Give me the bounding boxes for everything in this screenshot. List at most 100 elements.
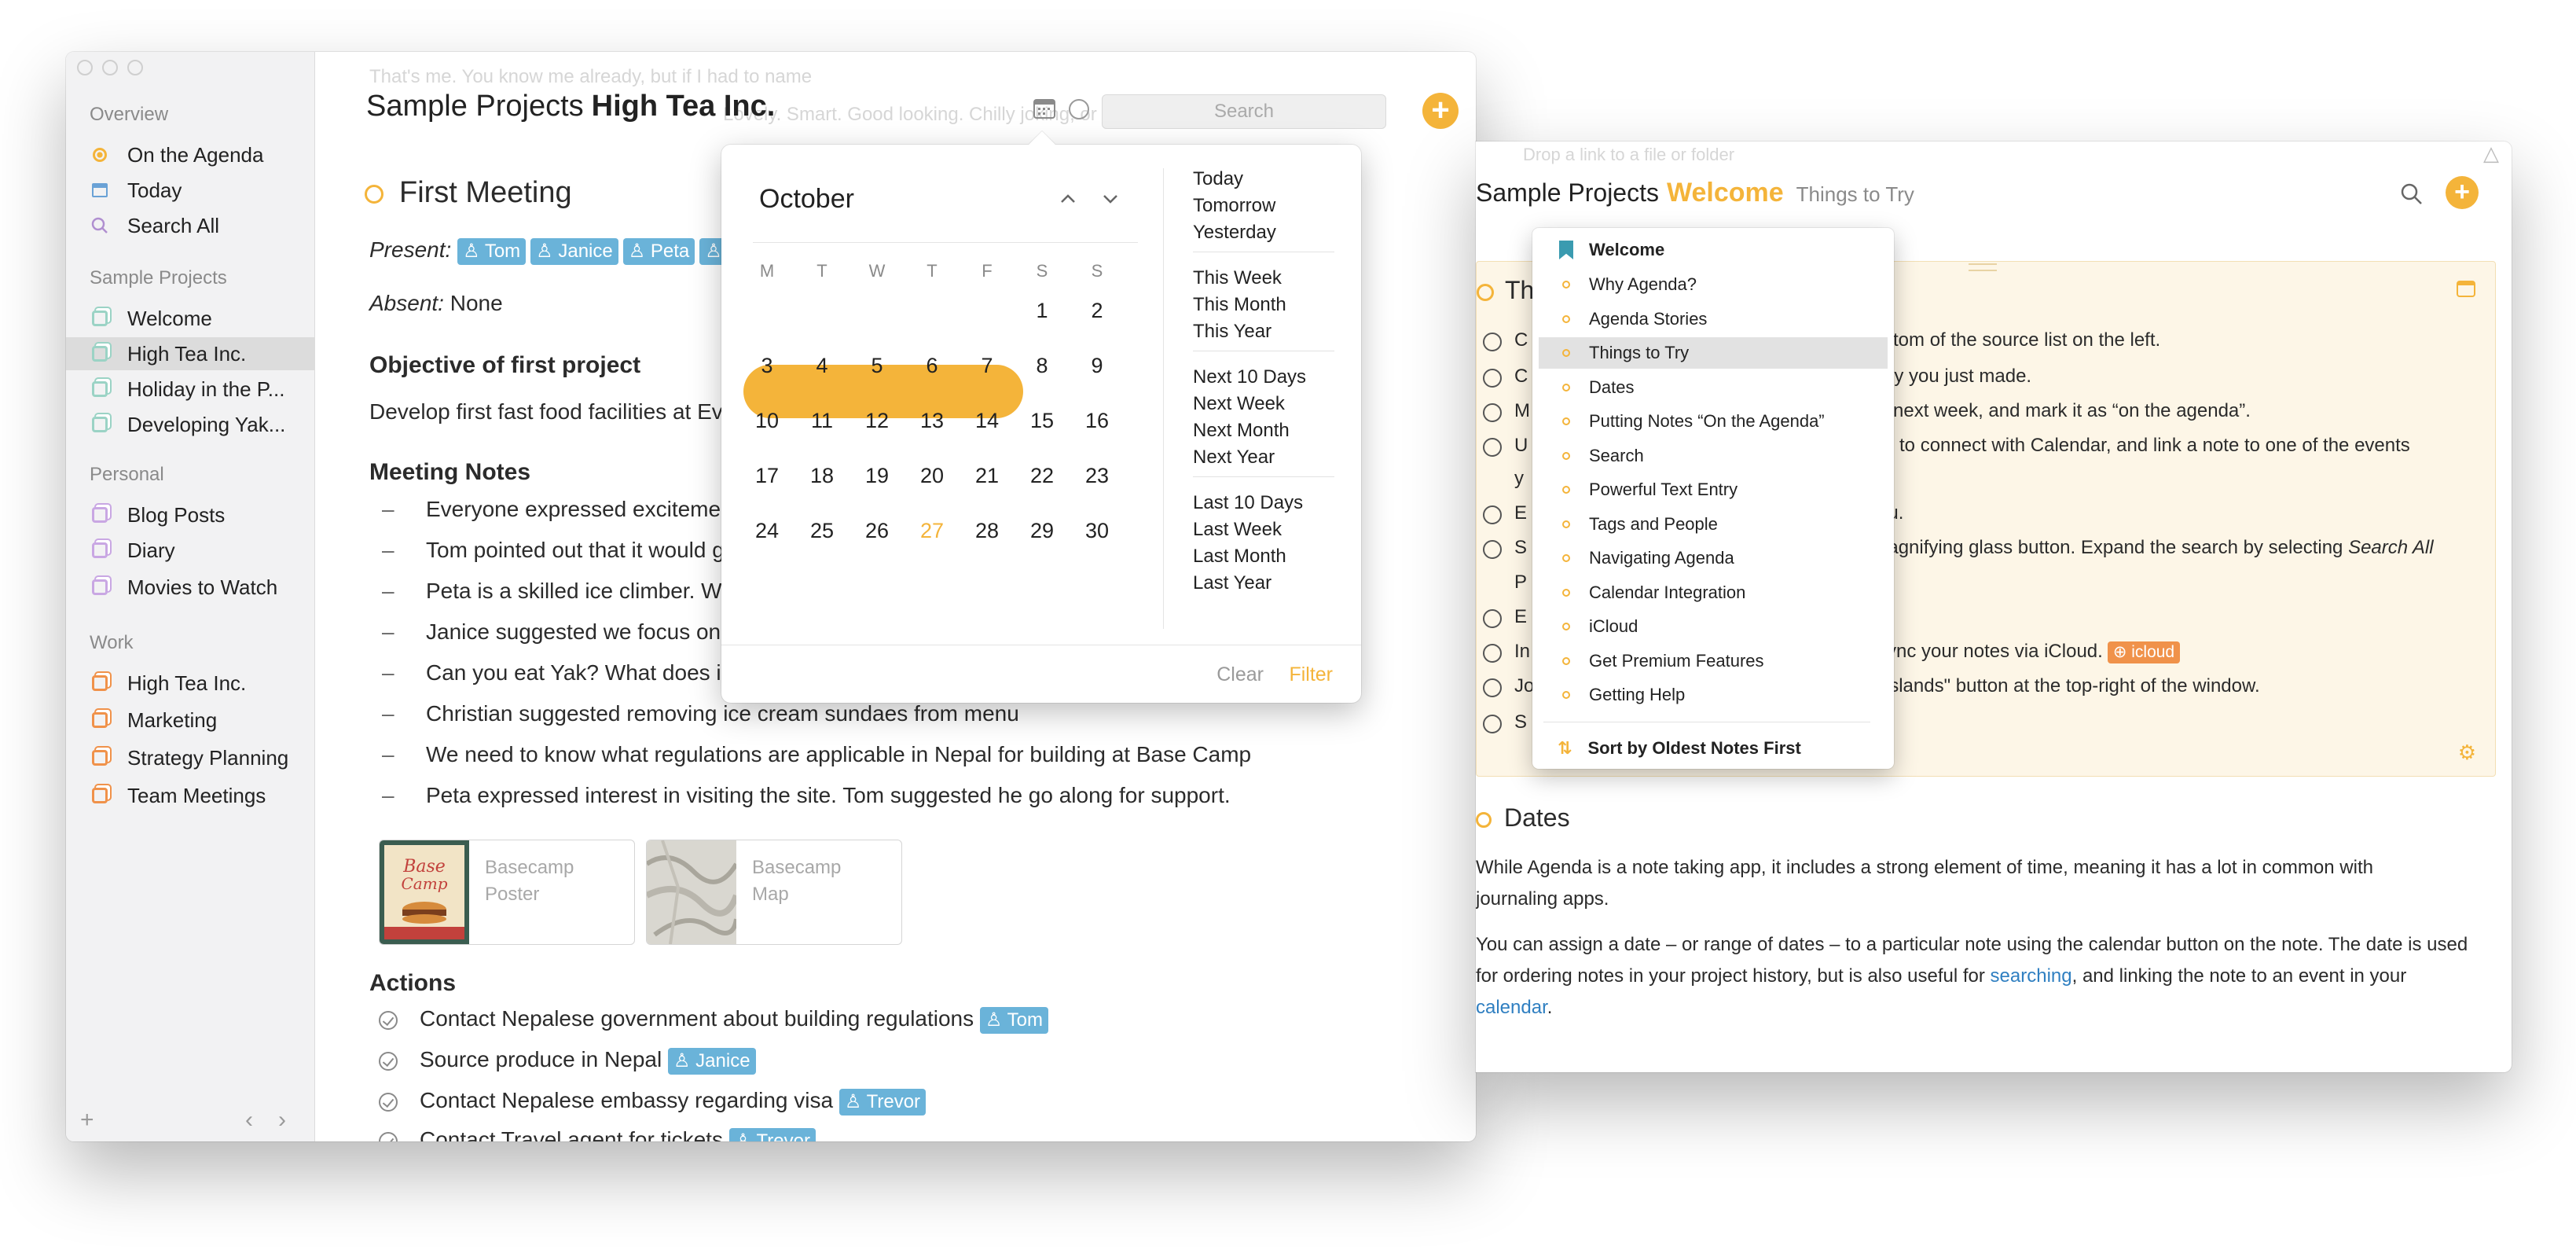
checkbox-icon[interactable] xyxy=(379,1010,398,1030)
menu-item[interactable]: Navigating Agenda xyxy=(1532,542,1894,574)
back-button[interactable]: ‹ xyxy=(245,1107,253,1134)
calendar-link[interactable]: calendar xyxy=(1476,997,1547,1018)
calendar-day[interactable]: 7 xyxy=(963,354,1011,378)
person-tag[interactable]: ♙ Tom xyxy=(457,237,527,265)
forward-button[interactable]: › xyxy=(278,1107,286,1134)
filter-button[interactable]: Filter xyxy=(1289,663,1333,686)
quick-date-option[interactable]: Last Year xyxy=(1193,572,1271,594)
sidebar-item-blog-posts[interactable]: Blog Posts xyxy=(90,498,314,531)
attachment-card[interactable]: Basecamp Map xyxy=(646,840,902,945)
calendar-day[interactable]: 29 xyxy=(1018,519,1066,543)
sidebar-item-welcome[interactable]: Welcome xyxy=(90,302,314,335)
calendar-day[interactable]: 21 xyxy=(963,464,1011,488)
calendar-day[interactable]: 11 xyxy=(798,409,846,433)
quick-date-option[interactable]: Next Week xyxy=(1193,393,1285,415)
sidebar-item-today[interactable]: Today xyxy=(90,174,314,207)
checkbox-icon[interactable] xyxy=(1483,403,1502,422)
menu-item[interactable]: Get Premium Features xyxy=(1532,645,1894,677)
clear-button[interactable]: Clear xyxy=(1216,663,1264,686)
person-tag[interactable]: ♙ Janice xyxy=(667,1047,756,1075)
menu-item[interactable]: Getting Help xyxy=(1532,679,1894,711)
quick-date-option[interactable]: This Week xyxy=(1193,267,1282,289)
menu-item[interactable]: Things to Try xyxy=(1539,337,1888,369)
calendar-day[interactable]: 23 xyxy=(1073,464,1121,488)
chevron-up-icon[interactable] xyxy=(1059,190,1077,208)
menu-item[interactable]: Dates xyxy=(1532,372,1894,403)
checkbox-icon[interactable] xyxy=(379,1092,398,1112)
agenda-circle-icon[interactable] xyxy=(1476,811,1492,828)
calendar-day[interactable]: 9 xyxy=(1073,354,1121,378)
searching-link[interactable]: searching xyxy=(1991,965,2072,987)
menu-item[interactable]: Agenda Stories xyxy=(1532,303,1894,335)
calendar-day[interactable]: 1 xyxy=(1018,299,1066,323)
calendar-day[interactable]: 15 xyxy=(1018,409,1066,433)
calendar-icon[interactable] xyxy=(1033,97,1056,119)
sidebar-item-high-tea[interactable]: High Tea Inc. xyxy=(66,337,314,370)
calendar-day[interactable]: 4 xyxy=(798,354,846,378)
calendar-day[interactable]: 2 xyxy=(1073,299,1121,323)
calendar-day[interactable]: 24 xyxy=(743,519,791,543)
sidebar-item-diary[interactable]: Diary xyxy=(90,534,314,567)
calendar-day[interactable]: 12 xyxy=(853,409,901,433)
agenda-circle-icon[interactable] xyxy=(1477,283,1494,301)
add-project-button[interactable]: + xyxy=(80,1107,94,1134)
quick-date-option[interactable]: Yesterday xyxy=(1193,222,1276,244)
checkbox-icon[interactable] xyxy=(1483,438,1502,457)
checkbox-icon[interactable] xyxy=(1483,609,1502,628)
search-icon[interactable] xyxy=(2400,182,2424,210)
calendar-day[interactable]: 22 xyxy=(1018,464,1066,488)
checkbox-icon[interactable] xyxy=(1483,505,1502,524)
calendar-day[interactable]: 17 xyxy=(743,464,791,488)
chevron-down-icon[interactable] xyxy=(1102,190,1119,208)
attachment-card[interactable]: Base Camp Basecamp Poster xyxy=(379,840,635,945)
sidebar-item-strategy[interactable]: Strategy Planning xyxy=(90,741,314,774)
agenda-filter-icon[interactable] xyxy=(1069,99,1089,119)
calendar-day[interactable]: 13 xyxy=(908,409,956,433)
checkbox-icon[interactable] xyxy=(1483,333,1502,351)
close-button[interactable] xyxy=(77,60,93,75)
checkbox-icon[interactable] xyxy=(1483,540,1502,559)
calendar-day[interactable]: 8 xyxy=(1018,354,1066,378)
calendar-day[interactable]: 3 xyxy=(743,354,791,378)
gear-icon[interactable]: ⚙ xyxy=(2458,741,2476,765)
calendar-day[interactable]: 10 xyxy=(743,409,791,433)
quick-date-option[interactable]: Next Year xyxy=(1193,447,1275,469)
add-note-button[interactable]: + xyxy=(2446,176,2479,209)
checkbox-icon[interactable] xyxy=(379,1051,398,1071)
calendar-day[interactable]: 5 xyxy=(853,354,901,378)
menu-item[interactable]: Powerful Text Entry xyxy=(1532,474,1894,505)
zoom-button[interactable] xyxy=(127,60,143,75)
sidebar-item-team-meetings[interactable]: Team Meetings xyxy=(90,779,314,812)
menu-item[interactable]: Why Agenda? xyxy=(1532,269,1894,300)
checkbox-icon[interactable] xyxy=(1483,715,1502,733)
person-tag[interactable]: ♙ Peta xyxy=(622,237,695,265)
calendar-day[interactable]: 20 xyxy=(908,464,956,488)
menu-item[interactable]: Putting Notes “On the Agenda” xyxy=(1532,406,1894,437)
calendar-day[interactable]: 19 xyxy=(853,464,901,488)
checkbox-icon[interactable] xyxy=(1483,678,1502,697)
calendar-icon[interactable] xyxy=(2456,279,2476,302)
checkbox-icon[interactable] xyxy=(1483,644,1502,663)
drag-handle[interactable] xyxy=(1969,263,1997,271)
islands-icon[interactable]: △ xyxy=(2483,142,2499,166)
quick-date-option[interactable]: Last Week xyxy=(1193,519,1282,541)
calendar-day[interactable]: 28 xyxy=(963,519,1011,543)
calendar-day[interactable]: 16 xyxy=(1073,409,1121,433)
menu-item-welcome[interactable]: Welcome xyxy=(1532,234,1894,266)
sidebar-item-search-all[interactable]: Search All xyxy=(90,209,314,242)
person-tag[interactable]: ♙ Trevor xyxy=(838,1088,927,1115)
quick-date-option[interactable]: Next Month xyxy=(1193,420,1290,442)
sidebar-item-movies[interactable]: Movies to Watch xyxy=(90,571,314,604)
calendar-day[interactable]: 14 xyxy=(963,409,1011,433)
sidebar-item-marketing[interactable]: Marketing xyxy=(90,704,314,737)
quick-date-option[interactable]: Last Month xyxy=(1193,546,1286,568)
menu-item[interactable]: Tags and People xyxy=(1532,509,1894,540)
menu-item[interactable]: iCloud xyxy=(1532,611,1894,642)
person-tag[interactable]: ♙ Janice xyxy=(530,237,618,265)
menu-item[interactable]: Search xyxy=(1532,440,1894,472)
sidebar-item-on-the-agenda[interactable]: On the Agenda xyxy=(90,138,314,171)
quick-date-option[interactable]: This Year xyxy=(1193,321,1271,343)
sidebar-item-holiday[interactable]: Holiday in the P... xyxy=(90,373,314,406)
menu-item[interactable]: Calendar Integration xyxy=(1532,577,1894,608)
checkbox-icon[interactable] xyxy=(1483,369,1502,388)
